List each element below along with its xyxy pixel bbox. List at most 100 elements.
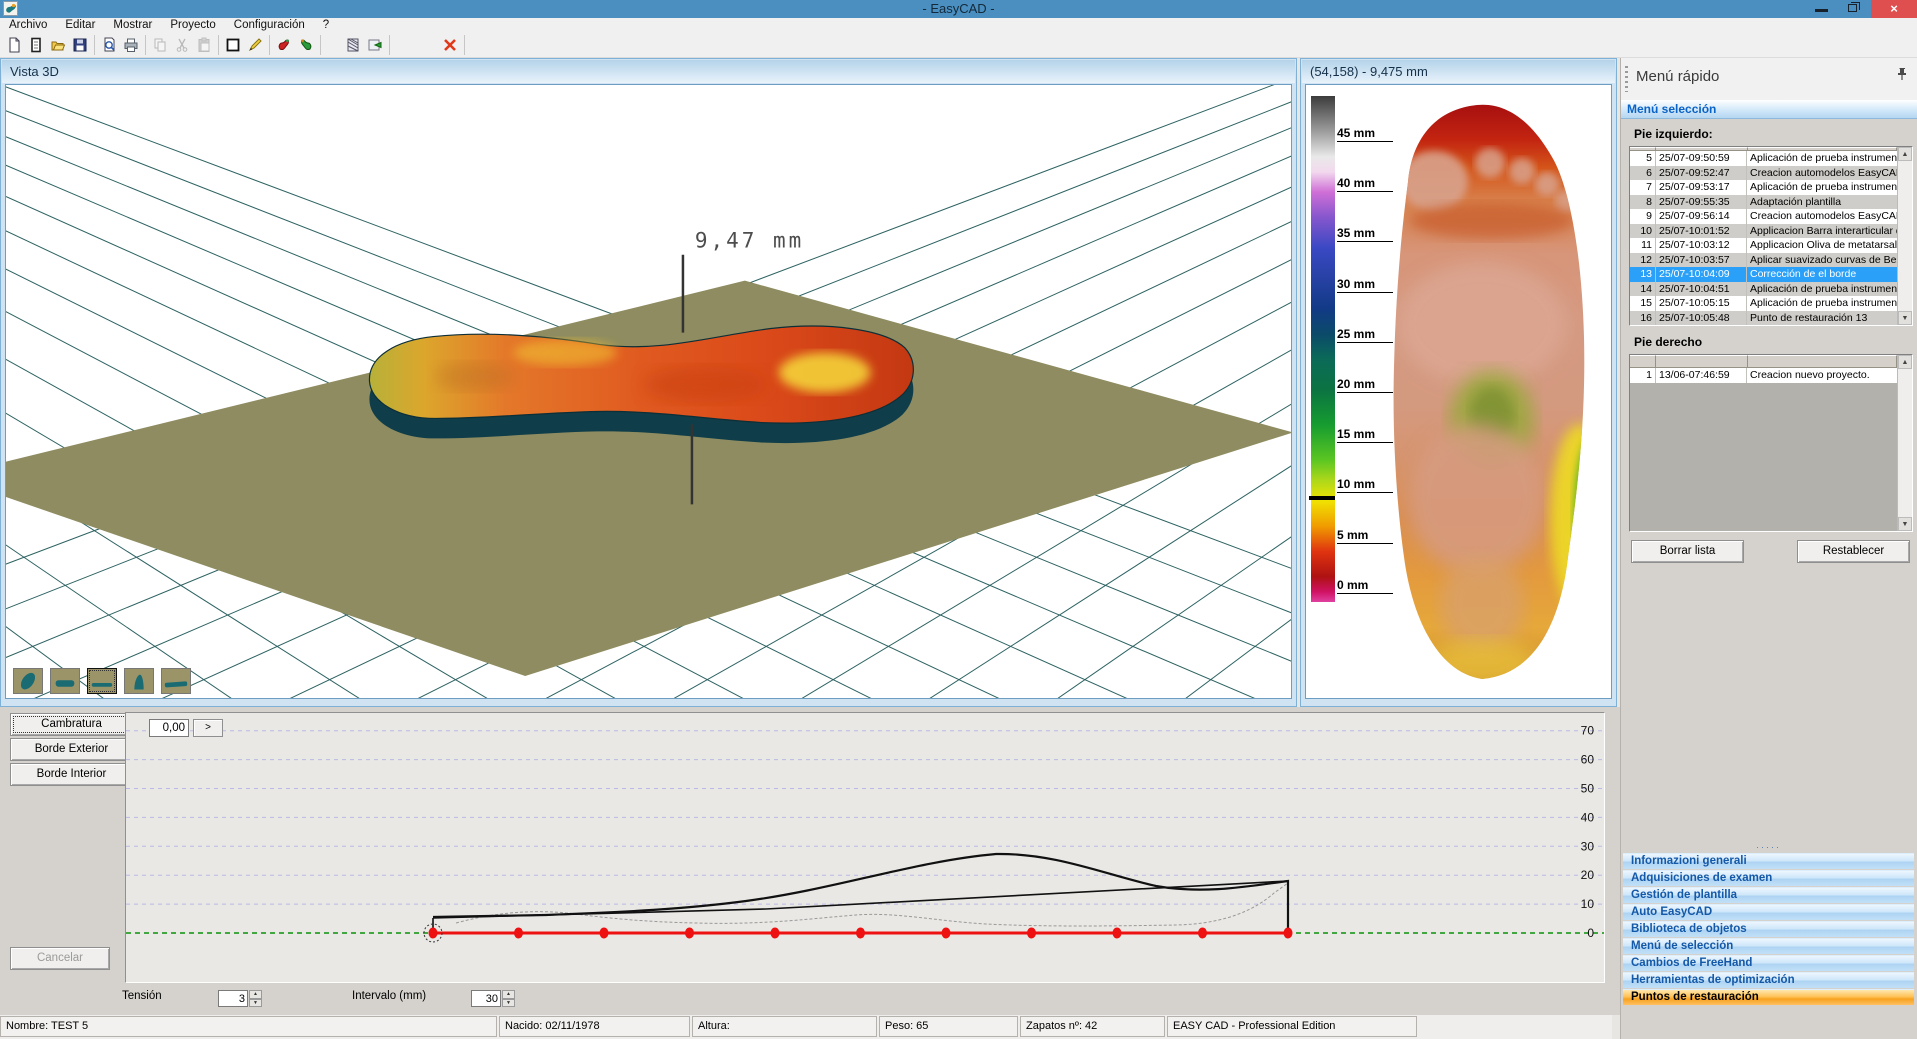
control-point[interactable] (1198, 928, 1207, 939)
menu-seleccion-bar[interactable]: Menú selección (1621, 100, 1917, 119)
control-point[interactable] (685, 928, 694, 939)
control-point[interactable] (771, 928, 780, 939)
accordion-item-puntos-de-restauraci-n[interactable]: Puntos de restauración (1623, 989, 1914, 1005)
scroll-down-icon[interactable]: ▼ (1898, 311, 1912, 325)
history-row[interactable]: 525/07-09:50:59Aplicación de prueba inst… (1630, 151, 1897, 166)
menu-item-?[interactable]: ? (314, 18, 338, 33)
control-point[interactable] (600, 928, 609, 939)
project-document-icon[interactable] (25, 34, 47, 56)
titlebar[interactable]: - EasyCAD - × (0, 0, 1917, 18)
tension-up-icon[interactable]: ▲ (249, 990, 262, 999)
accordion-item-gesti-n-de-plantilla[interactable]: Gestión de plantilla (1623, 887, 1914, 903)
history-row[interactable]: 1425/07-10:04:51Aplicación de prueba ins… (1630, 282, 1897, 297)
delete-tool-icon[interactable] (439, 34, 461, 56)
new-document-icon[interactable] (3, 34, 25, 56)
profile-curve-chart[interactable]: 706050403020100 (126, 713, 1604, 982)
history-row[interactable]: 1325/07-10:04:09Corrección de el borde (1630, 267, 1897, 282)
accordion-item-biblioteca-de-objetos[interactable]: Biblioteca de objetos (1623, 921, 1914, 937)
print-preview-icon[interactable] (98, 34, 120, 56)
3d-scene[interactable]: 9,47 mm (6, 85, 1291, 698)
copy-icon[interactable] (149, 34, 171, 56)
menu-item-mostrar[interactable]: Mostrar (104, 18, 161, 33)
open-folder-icon[interactable] (47, 34, 69, 56)
profile-value-input[interactable] (149, 719, 189, 737)
col-num-header[interactable] (1630, 355, 1656, 368)
menu-item-editar[interactable]: Editar (56, 18, 104, 33)
accordion-item-adquisiciones-de-examen[interactable]: Adquisiciones de examen (1623, 870, 1914, 886)
history-row[interactable]: 825/07-09:55:35Adaptación plantilla (1630, 195, 1897, 210)
control-point[interactable] (1027, 928, 1036, 939)
foot-pressure-map[interactable] (1342, 89, 1612, 695)
accordion-item-auto-easycad[interactable]: Auto EasyCAD (1623, 904, 1914, 920)
menu-item-proyecto[interactable]: Proyecto (161, 18, 224, 33)
accordion-grip-icon[interactable]: ····· (1623, 844, 1914, 853)
history-row[interactable]: 1025/07-10:01:52Applicacion Barra intera… (1630, 224, 1897, 239)
interval-up-icon[interactable]: ▲ (502, 990, 515, 999)
view-thumbnail-2[interactable] (50, 668, 80, 694)
control-point[interactable] (1284, 928, 1293, 939)
paste-icon[interactable] (193, 34, 215, 56)
col-time-header[interactable] (1656, 355, 1748, 368)
history-row[interactable]: 725/07-09:53:17Aplicación de prueba inst… (1630, 180, 1897, 195)
scroll-up-icon[interactable]: ▲ (1898, 355, 1912, 369)
milling-tool-icon[interactable] (342, 34, 364, 56)
interval-down-icon[interactable]: ▼ (502, 999, 515, 1008)
close-icon[interactable]: × (1871, 0, 1917, 18)
view-thumbnail-3[interactable] (87, 668, 117, 694)
apply-value-button[interactable]: > (193, 719, 223, 737)
export-image-icon[interactable] (364, 34, 386, 56)
left-foot-tool-icon[interactable] (273, 34, 295, 56)
control-point[interactable] (514, 928, 523, 939)
sidebar-header[interactable]: Menú rápido (1621, 58, 1917, 100)
pencil-tool-icon[interactable] (244, 34, 266, 56)
control-point[interactable] (429, 928, 438, 939)
save-icon[interactable] (69, 34, 91, 56)
control-point[interactable] (1113, 928, 1122, 939)
tool-cambratura-button[interactable]: Cambratura (10, 713, 133, 736)
scroll-down-icon[interactable]: ▼ (1898, 517, 1912, 531)
cut-icon[interactable] (171, 34, 193, 56)
accordion-item-herramientas-de-optimizaci-n[interactable]: Herramientas de optimización (1623, 972, 1914, 988)
tension-stepper[interactable]: ▲▼ (218, 990, 262, 1007)
view-thumbnail-5[interactable] (161, 668, 191, 694)
view-thumbnail-4[interactable] (124, 668, 154, 694)
view-thumbnail-1[interactable] (13, 668, 43, 694)
clear-list-button[interactable]: Borrar lista (1631, 540, 1744, 563)
interval-input[interactable] (471, 990, 501, 1007)
history-row[interactable]: 1125/07-10:03:12Applicacion Oliva de met… (1630, 238, 1897, 253)
accordion-item-cambios-de-freehand[interactable]: Cambios de FreeHand (1623, 955, 1914, 971)
vista3d-viewport[interactable]: 9,47 mm (5, 84, 1292, 699)
history-row[interactable]: 1625/07-10:05:48Punto de restauración 13 (1630, 311, 1897, 326)
history-row[interactable]: 625/07-09:52:47Creacion automodelos Easy… (1630, 166, 1897, 181)
frame-tool-icon[interactable] (222, 34, 244, 56)
tool-borde-interior-button[interactable]: Borde Interior (10, 763, 133, 786)
restore-icon[interactable] (1840, 0, 1868, 18)
print-icon[interactable] (120, 34, 142, 56)
menu-item-configuracin[interactable]: Configuración (225, 18, 314, 33)
col-desc-header[interactable] (1748, 355, 1897, 368)
cancel-button[interactable]: Cancelar (10, 947, 110, 970)
control-point[interactable] (856, 928, 865, 939)
right-foot-tool-icon[interactable] (295, 34, 317, 56)
scroll-up-icon[interactable]: ▲ (1898, 147, 1912, 161)
accordion-item-informazioni-generali[interactable]: Informazioni generali (1623, 853, 1914, 869)
history-row[interactable]: 1525/07-10:05:15Aplicación de prueba ins… (1630, 296, 1897, 311)
menu-item-archivo[interactable]: Archivo (0, 18, 56, 33)
restore-button[interactable]: Restablecer (1797, 540, 1910, 563)
profile-graph[interactable]: 706050403020100 > (125, 712, 1605, 983)
history-row[interactable]: 925/07-09:56:14Creacion automodelos Easy… (1630, 209, 1897, 224)
tension-down-icon[interactable]: ▼ (249, 999, 262, 1008)
drag-grip-icon[interactable] (1625, 66, 1628, 92)
tension-input[interactable] (218, 990, 248, 1007)
right-foot-history-list[interactable]: 113/06-07:46:59Creacion nuevo proyecto.▲… (1629, 354, 1913, 532)
control-point[interactable] (942, 928, 951, 939)
minimize-icon[interactable] (1808, 0, 1836, 18)
interval-stepper[interactable]: ▲▼ (471, 990, 515, 1007)
history-row[interactable]: 113/06-07:46:59Creacion nuevo proyecto. (1630, 368, 1897, 383)
left-foot-history-list[interactable]: 525/07-09:50:59Aplicación de prueba inst… (1629, 146, 1913, 326)
tool-borde-exterior-button[interactable]: Borde Exterior (10, 738, 133, 761)
history-row[interactable]: 1225/07-10:03:57Aplicar suavizado curvas… (1630, 253, 1897, 268)
pin-icon[interactable] (1896, 67, 1908, 86)
accordion-item-men-de-selecci-n[interactable]: Menú de selección (1623, 938, 1914, 954)
list-scrollbar[interactable]: ▲▼ (1897, 147, 1912, 325)
